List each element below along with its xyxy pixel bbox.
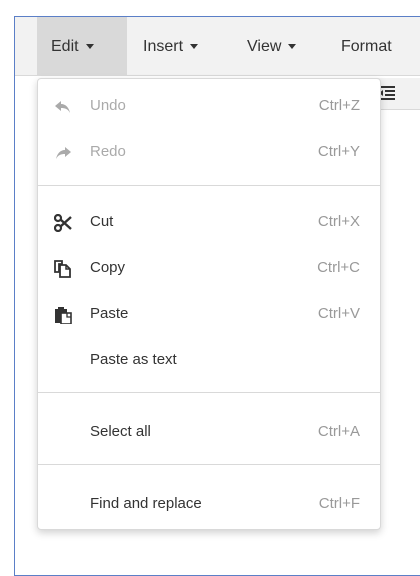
menu-item-label: Undo [90,97,126,114]
menu-item-label: Paste as text [90,351,177,368]
shortcut-label: Ctrl+A [317,423,360,440]
chevron-down-icon [190,44,199,50]
menu-divider [38,392,380,393]
copy-icon [54,260,71,278]
menu-item-label: Redo [90,143,126,160]
shortcut-label: Ctrl+X [317,213,360,230]
menu-format[interactable]: Format [341,17,392,75]
menu-item-label: Copy [90,259,126,276]
chevron-down-icon [85,44,94,50]
menu-item-redo[interactable]: Redo Ctrl+Y [38,137,380,169]
menu-view[interactable]: View [247,17,297,75]
redo-icon [56,147,71,159]
menu-item-label: Paste [90,305,129,322]
menu-item-cut[interactable]: Cut Ctrl+X [38,207,380,239]
menu-divider [38,464,380,465]
menu-insert-label: Insert [143,38,184,55]
outdent-icon[interactable] [379,86,397,100]
menu-format-label: Format [341,38,392,55]
menu-view-label: View [247,38,282,55]
paste-icon [55,307,72,324]
shortcut-label: Ctrl+F [318,495,360,512]
toolbar [375,78,420,110]
menu-item-label: Select all [90,423,151,440]
shortcut-label: Ctrl+Z [318,97,360,114]
shortcut-label: Ctrl+V [317,305,360,322]
undo-icon [55,101,70,113]
menu-edit-label: Edit [51,38,79,55]
shortcut-label: Ctrl+C [317,259,360,276]
chevron-down-icon [288,44,297,50]
scissors-icon [54,214,72,232]
menu-edit[interactable]: Edit [37,17,127,75]
menu-item-copy[interactable]: Copy Ctrl+C [38,253,380,285]
menu-item-paste[interactable]: Paste Ctrl+V [38,299,380,331]
menu-item-select-all[interactable]: Select all Ctrl+A [38,417,380,449]
edit-dropdown-menu: Undo Ctrl+Z Redo Ctrl+Y Cut Ctrl+X Copy … [37,78,381,530]
menu-divider [38,185,380,186]
menu-item-paste-as-text[interactable]: Paste as text [38,345,380,377]
menu-item-find-and-replace[interactable]: Find and replace Ctrl+F [38,489,380,521]
shortcut-label: Ctrl+Y [317,143,360,160]
menu-insert[interactable]: Insert [143,17,199,75]
menu-item-undo[interactable]: Undo Ctrl+Z [38,91,380,123]
menubar: Edit Insert View Format [15,17,420,76]
menu-item-label: Cut [90,213,114,230]
menu-item-label: Find and replace [90,495,202,512]
